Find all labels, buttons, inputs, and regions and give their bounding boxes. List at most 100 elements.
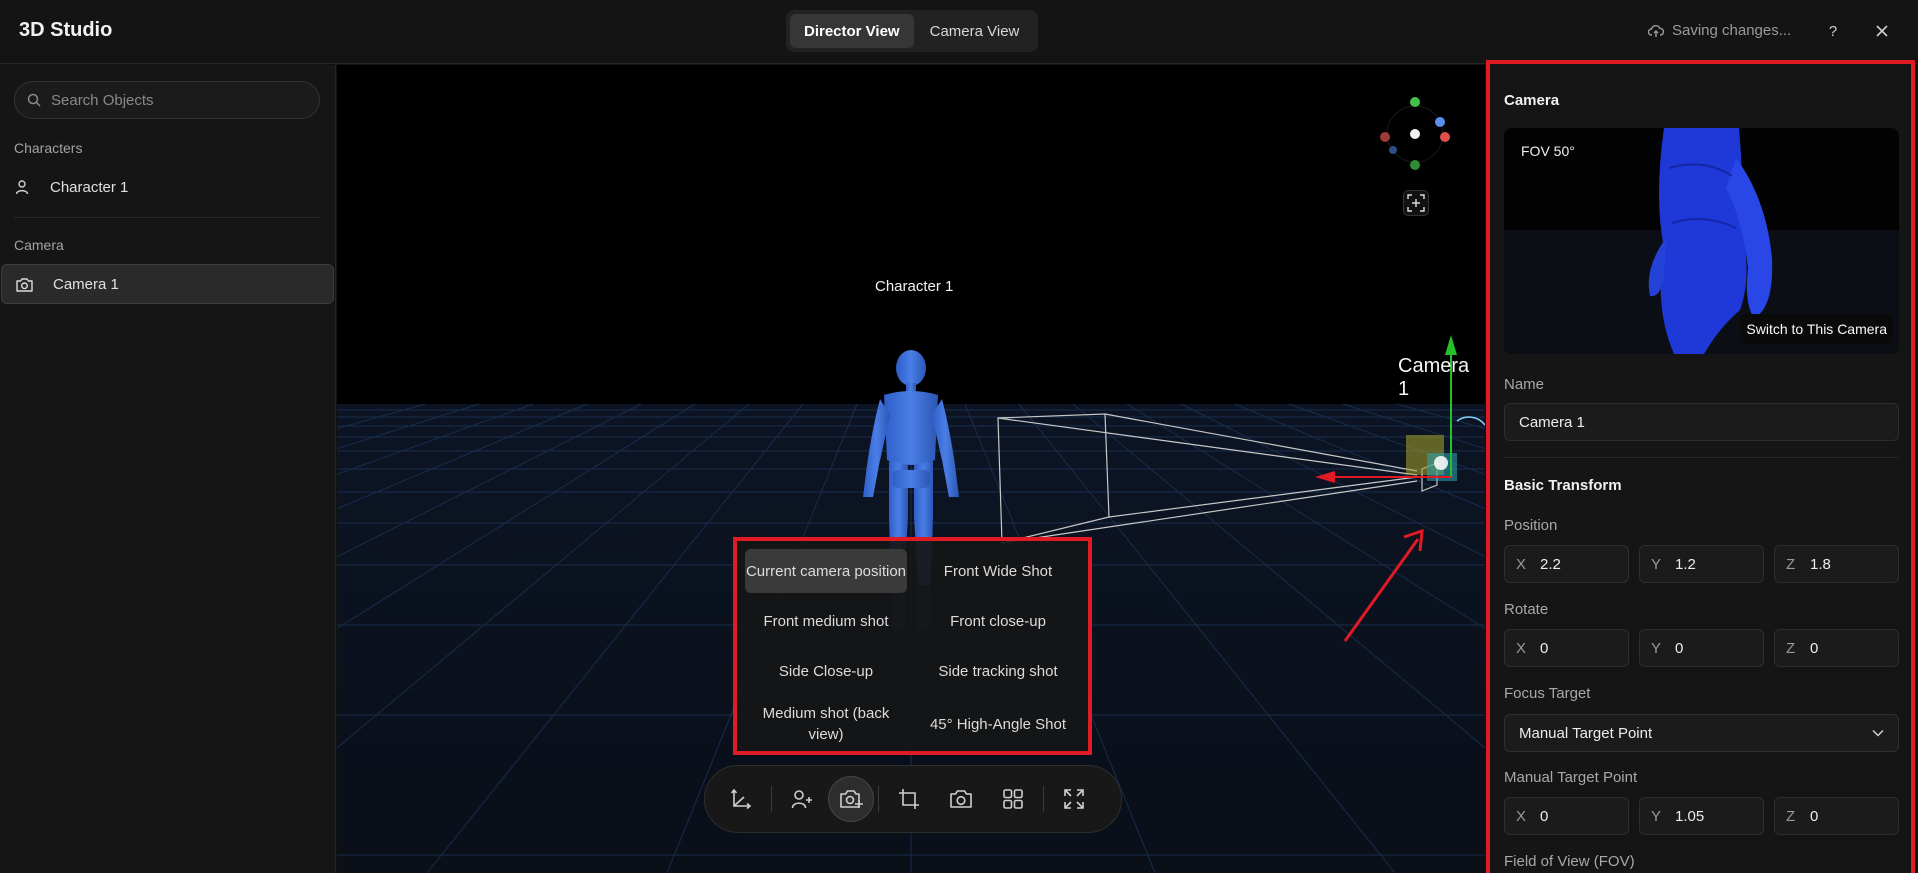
preset-current-camera-position[interactable]: Current camera position	[745, 549, 907, 593]
position-x-input[interactable]	[1540, 555, 1610, 573]
camera-name-field[interactable]	[1504, 403, 1899, 441]
toolbar-divider	[878, 786, 879, 812]
axis-z-label: Z	[1786, 639, 1796, 657]
camera-icon	[16, 277, 33, 292]
basic-transform-title: Basic Transform	[1504, 477, 1622, 494]
crop-icon	[899, 789, 919, 809]
manual-target-label: Manual Target Point	[1504, 769, 1638, 786]
switch-to-camera-button[interactable]: Switch to This Camera	[1740, 314, 1893, 344]
section-characters: Characters	[14, 140, 83, 156]
manual-target-z-field[interactable]: Z	[1774, 797, 1899, 835]
fullscreen-button[interactable]	[1048, 776, 1100, 822]
preset-medium-shot-back-view[interactable]: Medium shot (back view)	[745, 699, 907, 749]
manual-target-y-field[interactable]: Y	[1639, 797, 1764, 835]
director-view-tab[interactable]: Director View	[790, 14, 914, 48]
orientation-gizmo	[1380, 97, 1450, 170]
saving-text: Saving changes...	[1672, 22, 1792, 39]
toolbar-divider	[771, 786, 772, 812]
close-icon	[1876, 25, 1888, 37]
camera-icon	[950, 790, 972, 808]
focus-target-label: Focus Target	[1504, 685, 1591, 702]
manual-target-y-input[interactable]	[1675, 807, 1745, 825]
fov-tag: FOV 50°	[1521, 143, 1575, 159]
position-z-input[interactable]	[1810, 555, 1880, 573]
user-plus-icon	[791, 790, 812, 809]
grid-icon	[1003, 789, 1023, 809]
user-icon	[15, 180, 29, 195]
position-fields: X Y Z	[1504, 545, 1899, 583]
object-sidebar: Characters Character 1 Camera Camera 1	[0, 65, 336, 873]
manual-target-x-field[interactable]: X	[1504, 797, 1629, 835]
manual-target-x-input[interactable]	[1540, 807, 1610, 825]
viewport-toolbar	[704, 765, 1122, 833]
position-y-field[interactable]: Y	[1639, 545, 1764, 583]
camera-properties-panel: Camera FOV 50° Switch to This Camera Nam…	[1486, 60, 1915, 873]
chevron-down-icon	[1872, 729, 1884, 737]
position-x-field[interactable]: X	[1504, 545, 1629, 583]
screenshot-button[interactable]	[935, 776, 987, 822]
preset-side-tracking-shot[interactable]: Side tracking shot	[917, 649, 1079, 693]
preset-45-high-angle-shot[interactable]: 45° High-Angle Shot	[917, 699, 1079, 749]
character-label: Character 1	[875, 278, 954, 295]
view-toggle: Director View Camera View	[786, 10, 1038, 52]
close-button[interactable]	[1869, 18, 1895, 44]
app-title: 3D Studio	[19, 19, 113, 41]
transform-axes-button[interactable]	[715, 776, 767, 822]
sidebar-item-camera-1[interactable]: Camera 1	[1, 264, 334, 304]
manual-target-fields: X Y Z	[1504, 797, 1899, 835]
rotate-y-input[interactable]	[1675, 639, 1745, 657]
focus-target-value: Manual Target Point	[1519, 724, 1653, 742]
section-camera: Camera	[14, 237, 64, 253]
axis-z-label: Z	[1786, 555, 1796, 573]
fov-label: Field of View (FOV)	[1504, 853, 1635, 870]
axis-y-label: Y	[1651, 555, 1662, 573]
toolbar-divider	[1043, 786, 1044, 812]
sidebar-divider	[14, 217, 320, 218]
rotate-y-field[interactable]: Y	[1639, 629, 1764, 667]
search-input[interactable]	[51, 91, 301, 109]
axis-z-label: Z	[1786, 807, 1796, 825]
sidebar-item-label: Character 1	[50, 178, 129, 196]
saving-status: Saving changes...	[1648, 22, 1791, 39]
camera-plus-icon	[840, 790, 863, 808]
help-button[interactable]: ?	[1820, 18, 1846, 44]
expand-icon	[1064, 789, 1084, 809]
axis-y-label: Y	[1651, 639, 1662, 657]
camera-name-input[interactable]	[1519, 413, 1879, 431]
rotate-fields: X Y Z	[1504, 629, 1899, 667]
rotate-x-input[interactable]	[1540, 639, 1610, 657]
position-z-field[interactable]: Z	[1774, 545, 1899, 583]
axis-x-label: X	[1516, 555, 1527, 573]
add-character-button[interactable]	[776, 776, 828, 822]
camera-preview: FOV 50° Switch to This Camera	[1504, 128, 1899, 354]
crop-button[interactable]	[883, 776, 935, 822]
camera-section-title: Camera	[1504, 92, 1560, 109]
focus-target-select[interactable]: Manual Target Point	[1504, 714, 1899, 752]
rotate-x-field[interactable]: X	[1504, 629, 1629, 667]
name-label: Name	[1504, 376, 1545, 393]
position-y-input[interactable]	[1675, 555, 1745, 573]
preset-front-wide-shot[interactable]: Front Wide Shot	[917, 549, 1079, 593]
axes-icon	[730, 788, 752, 810]
axis-x-label: X	[1516, 807, 1527, 825]
top-bar: 3D Studio Director View Camera View Savi…	[0, 0, 1918, 64]
preset-front-close-up[interactable]: Front close-up	[917, 599, 1079, 643]
manual-target-z-input[interactable]	[1810, 807, 1880, 825]
search-icon	[27, 93, 41, 107]
3d-viewport[interactable]: Character 1 Camera 1 Current camera posi…	[337, 65, 1485, 873]
panel-divider	[1504, 457, 1899, 458]
focus-frame-button[interactable]	[1403, 190, 1429, 216]
add-camera-button[interactable]	[828, 776, 874, 822]
camera-preset-menu: Current camera position Front Wide Shot …	[733, 537, 1092, 755]
grid-layout-button[interactable]	[987, 776, 1039, 822]
search-box[interactable]	[14, 81, 320, 119]
preset-side-close-up[interactable]: Side Close-up	[745, 649, 907, 693]
sidebar-item-label: Camera 1	[53, 275, 119, 293]
rotate-z-field[interactable]: Z	[1774, 629, 1899, 667]
position-label: Position	[1504, 517, 1558, 534]
rotate-z-input[interactable]	[1810, 639, 1880, 657]
sidebar-item-character-1[interactable]: Character 1	[0, 167, 335, 207]
preset-front-medium-shot[interactable]: Front medium shot	[745, 599, 907, 643]
axis-y-label: Y	[1651, 807, 1662, 825]
camera-view-tab[interactable]: Camera View	[916, 14, 1034, 48]
